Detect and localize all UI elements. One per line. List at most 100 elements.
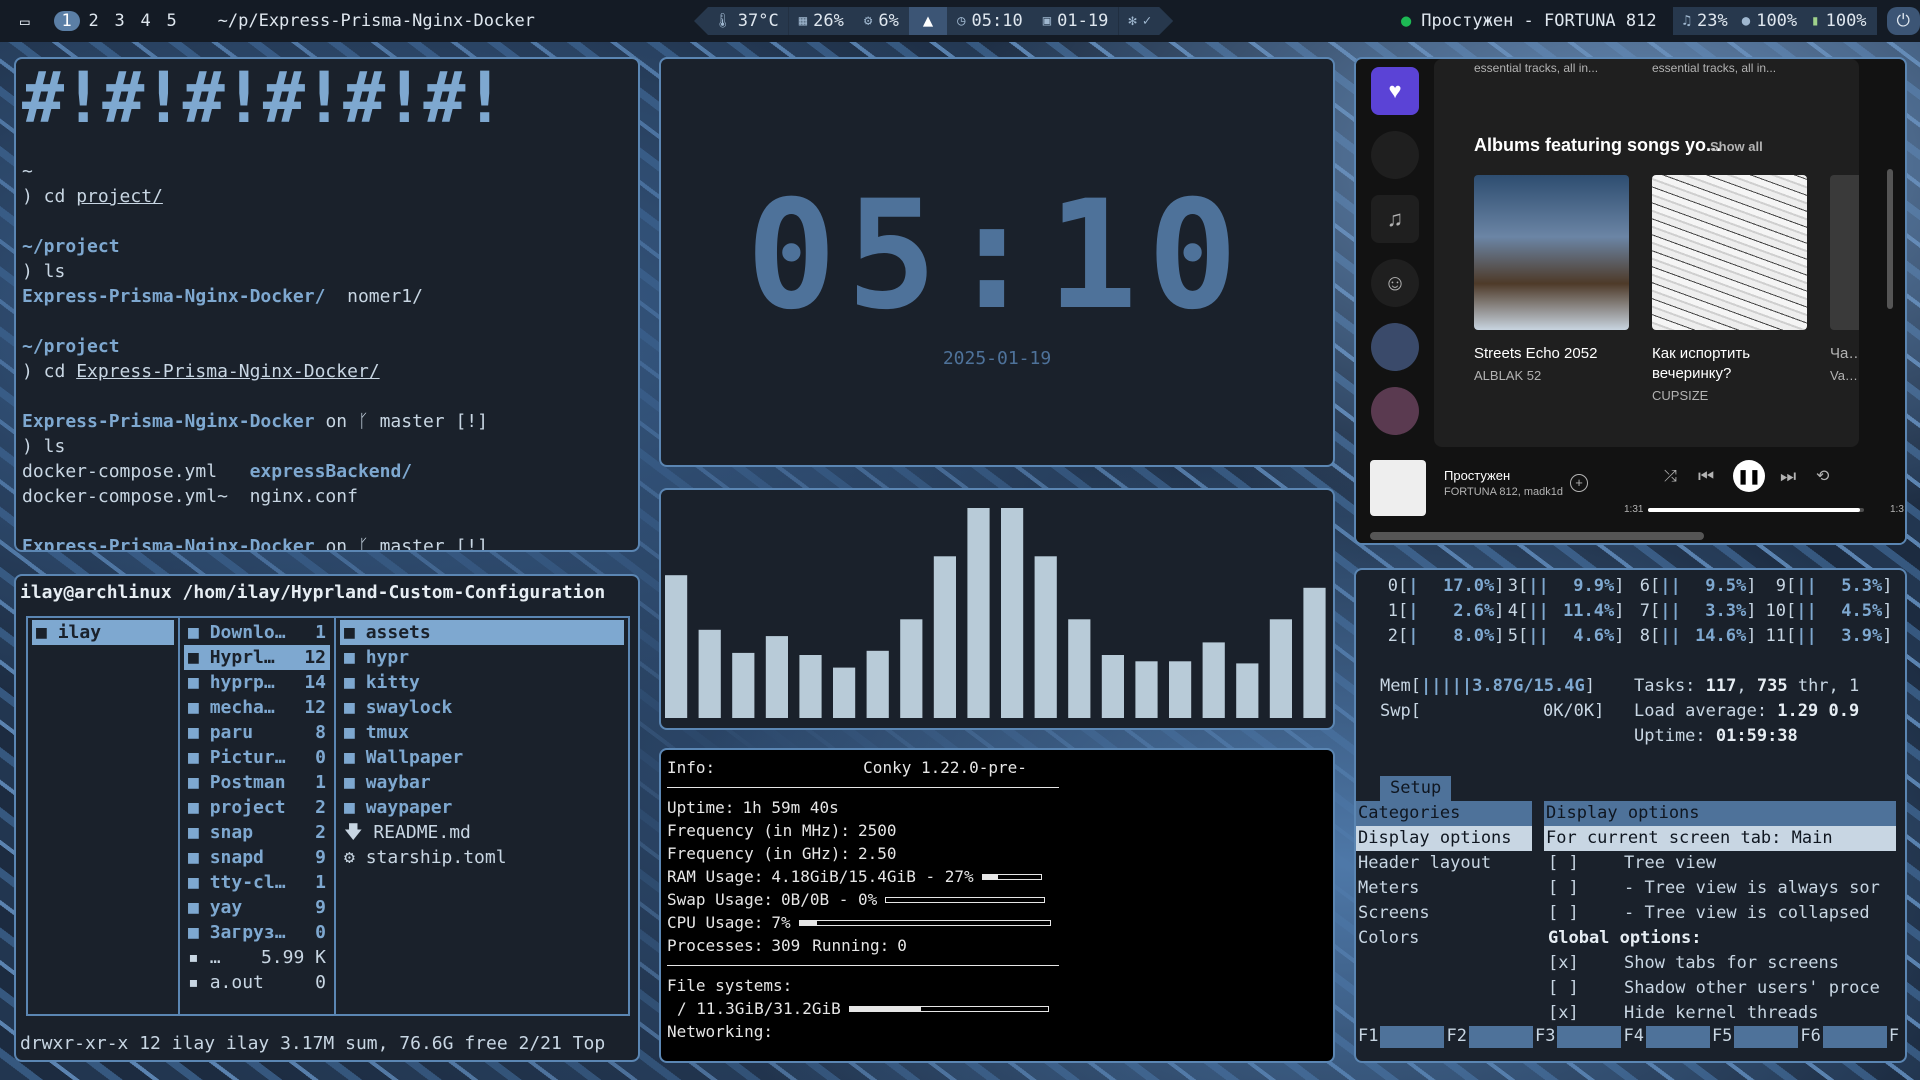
arch-logo-button[interactable]: ▲ bbox=[908, 7, 948, 35]
setup-category[interactable]: Categories bbox=[1356, 801, 1532, 826]
temp-widget[interactable]: 🌡 37°C bbox=[694, 7, 789, 35]
folder-entry[interactable]: ■ Загруз… 0 bbox=[184, 920, 330, 945]
album-card[interactable]: Streets Echo 2052 ALBLAK 52 bbox=[1474, 175, 1629, 383]
function-key[interactable]: F4 bbox=[1623, 1024, 1711, 1049]
htop-window[interactable]: 0[| 17.0%] 1[| 2.6%] 2[| 8.0%] 3[|| 9.9%] 4[|| 11… bbox=[1354, 568, 1907, 1063]
brightness-icon[interactable]: ● bbox=[1742, 13, 1750, 29]
folder-entry[interactable]: ■ waypaper bbox=[340, 795, 624, 820]
artist-avatar[interactable] bbox=[1371, 387, 1419, 435]
show-all-link[interactable]: Show all bbox=[1710, 139, 1763, 154]
checkbox[interactable]: [ ] bbox=[1548, 851, 1624, 876]
workspace-2[interactable]: 2 bbox=[82, 11, 106, 31]
function-key[interactable]: F5 bbox=[1712, 1024, 1800, 1049]
playlist-icon[interactable] bbox=[1371, 131, 1419, 179]
display-option[interactable]: [ ] Shadow other users' proce bbox=[1548, 976, 1880, 1001]
headphones-icon[interactable]: ♫ bbox=[1683, 13, 1691, 29]
spotify-window[interactable]: ♥ ♫ ☺ essential tracks, all in... essent… bbox=[1354, 57, 1907, 545]
folder-entry[interactable]: ■ ilay bbox=[32, 620, 174, 645]
display-option[interactable]: [ ] - Tree view is collapsed bbox=[1548, 901, 1870, 926]
folder-entry[interactable]: ■ hyprp… 14 bbox=[184, 670, 330, 695]
file-manager-window[interactable]: ilay@archlinux /hom/ilay/Hyprland-Custom… bbox=[14, 574, 640, 1062]
workspace-1[interactable]: 1 bbox=[53, 11, 80, 31]
setup-category[interactable]: Colors bbox=[1356, 926, 1532, 951]
repeat-icon[interactable]: ⟲ bbox=[1816, 466, 1829, 486]
checkbox[interactable]: [x] bbox=[1548, 1001, 1624, 1026]
setup-category[interactable]: Header layout bbox=[1356, 851, 1532, 876]
date-widget[interactable]: ▣ 01-19 bbox=[1032, 7, 1119, 35]
workspace-4[interactable]: 4 bbox=[134, 11, 158, 31]
setup-category[interactable]: Display options bbox=[1356, 826, 1532, 851]
power-button[interactable]: ⏻ bbox=[1886, 7, 1920, 35]
folder-entry[interactable]: ■ snapd 9 bbox=[184, 845, 330, 870]
bluetooth-icon[interactable]: ✻ bbox=[1128, 13, 1136, 29]
setup-category[interactable]: Meters bbox=[1356, 876, 1532, 901]
pause-button[interactable]: ❚❚ bbox=[1733, 460, 1765, 492]
checkbox[interactable]: [ ] bbox=[1548, 901, 1624, 926]
checkbox[interactable]: [ ] bbox=[1548, 876, 1624, 901]
folder-entry[interactable]: ■ Hyprl… 12 bbox=[184, 645, 330, 670]
folder-entry[interactable]: ■ assets bbox=[340, 620, 624, 645]
workspace-3[interactable]: 3 bbox=[108, 11, 132, 31]
folder-entry[interactable]: ■ Pictur… 0 bbox=[184, 745, 330, 770]
display-option[interactable]: [ ] - Tree view is always sor bbox=[1548, 876, 1880, 901]
function-key[interactable]: F2 bbox=[1446, 1024, 1534, 1049]
liked-songs-icon[interactable]: ♥ bbox=[1371, 67, 1419, 115]
progress-bar[interactable] bbox=[1648, 508, 1864, 512]
next-icon[interactable]: ⏭ bbox=[1780, 466, 1796, 487]
battery-icon[interactable]: ▮ bbox=[1811, 13, 1819, 29]
display-option[interactable]: [ ] Tree view bbox=[1548, 851, 1716, 876]
clock-widget[interactable]: ◷ 05:10 bbox=[947, 7, 1033, 35]
track-artists[interactable]: FORTUNA 812, madk1d bbox=[1444, 486, 1563, 498]
cpu-widget[interactable]: ⚙ 6% bbox=[853, 7, 909, 35]
function-key[interactable]: F3 bbox=[1535, 1024, 1623, 1049]
tray-widget[interactable]: ✻ ✓ bbox=[1118, 7, 1173, 35]
folder-entry[interactable]: ■ yay 9 bbox=[184, 895, 330, 920]
folder-entry[interactable]: ■ hypr bbox=[340, 645, 624, 670]
setup-category[interactable]: Screens bbox=[1356, 901, 1532, 926]
folder-entry[interactable]: ■ waybar bbox=[340, 770, 624, 795]
file-entry[interactable]: ▪ a.out 0 bbox=[184, 970, 330, 995]
spotify-icon[interactable]: ● bbox=[1401, 11, 1411, 31]
folder-entry[interactable]: ■ tmux bbox=[340, 720, 624, 745]
checkbox[interactable]: [x] bbox=[1548, 951, 1624, 976]
folder-entry[interactable]: ■ tty-cl… 1 bbox=[184, 870, 330, 895]
function-key[interactable]: F6 bbox=[1800, 1024, 1888, 1049]
folder-entry[interactable]: ■ kitty bbox=[340, 670, 624, 695]
folder-entry[interactable]: ■ swaylock bbox=[340, 695, 624, 720]
terminal-window[interactable]: #!#!#!#!#!#! ~) cd project/ ~/project) ls… bbox=[14, 57, 640, 552]
display-option[interactable]: Global options: bbox=[1548, 926, 1702, 951]
previous-icon[interactable]: ⏮ bbox=[1698, 466, 1714, 487]
file-entry[interactable]: ⚙ starship.toml bbox=[340, 845, 624, 870]
folder-entry[interactable]: ■ Downlo… 1 bbox=[184, 620, 330, 645]
artist-icon[interactable]: ☺ bbox=[1371, 259, 1419, 307]
music-note-icon[interactable]: ♫ bbox=[1371, 195, 1419, 243]
scrollbar[interactable] bbox=[1887, 169, 1893, 309]
album-card[interactable]: Ча… Va… bbox=[1830, 175, 1859, 383]
display-option[interactable]: [x] Show tabs for screens bbox=[1548, 951, 1839, 976]
folder-entry[interactable]: ■ Wallpaper bbox=[340, 745, 624, 770]
folder-entry[interactable]: ■ snap 2 bbox=[184, 820, 330, 845]
album-card[interactable]: Как испортить вечеринку? CUPSIZE bbox=[1652, 175, 1807, 403]
folder-entry[interactable]: ■ mecha… 12 bbox=[184, 695, 330, 720]
checkbox[interactable]: [ ] bbox=[1548, 976, 1624, 1001]
track-title[interactable]: Простужен bbox=[1444, 468, 1510, 483]
check-icon[interactable]: ✓ bbox=[1143, 13, 1151, 29]
file-entry[interactable]: ▪ … 5.99 K bbox=[184, 945, 330, 970]
memory-widget[interactable]: ▦ 26% bbox=[788, 7, 854, 35]
folder-entry[interactable]: ■ paru 8 bbox=[184, 720, 330, 745]
track-cover[interactable] bbox=[1370, 460, 1426, 516]
tab-setup[interactable]: Setup bbox=[1380, 776, 1452, 801]
menu-icon[interactable]: ▭ bbox=[20, 12, 30, 31]
horizontal-scrollbar[interactable] bbox=[1370, 532, 1704, 540]
function-key[interactable]: F1 bbox=[1358, 1024, 1446, 1049]
display-option[interactable]: [x] Hide kernel threads bbox=[1548, 1001, 1818, 1026]
add-icon[interactable]: + bbox=[1570, 474, 1588, 492]
artist-avatar[interactable] bbox=[1371, 323, 1419, 371]
folder-entry[interactable]: ■ project 2 bbox=[184, 795, 330, 820]
function-key[interactable]: F bbox=[1889, 1024, 1899, 1049]
workspace-5[interactable]: 5 bbox=[160, 11, 184, 31]
file-entry[interactable]: 🡇 README.md bbox=[340, 820, 624, 845]
now-playing[interactable]: Простужен - FORTUNA 812 bbox=[1421, 11, 1656, 31]
shuffle-icon[interactable]: ⤮ bbox=[1664, 468, 1677, 486]
folder-entry[interactable]: ■ Postman 1 bbox=[184, 770, 330, 795]
